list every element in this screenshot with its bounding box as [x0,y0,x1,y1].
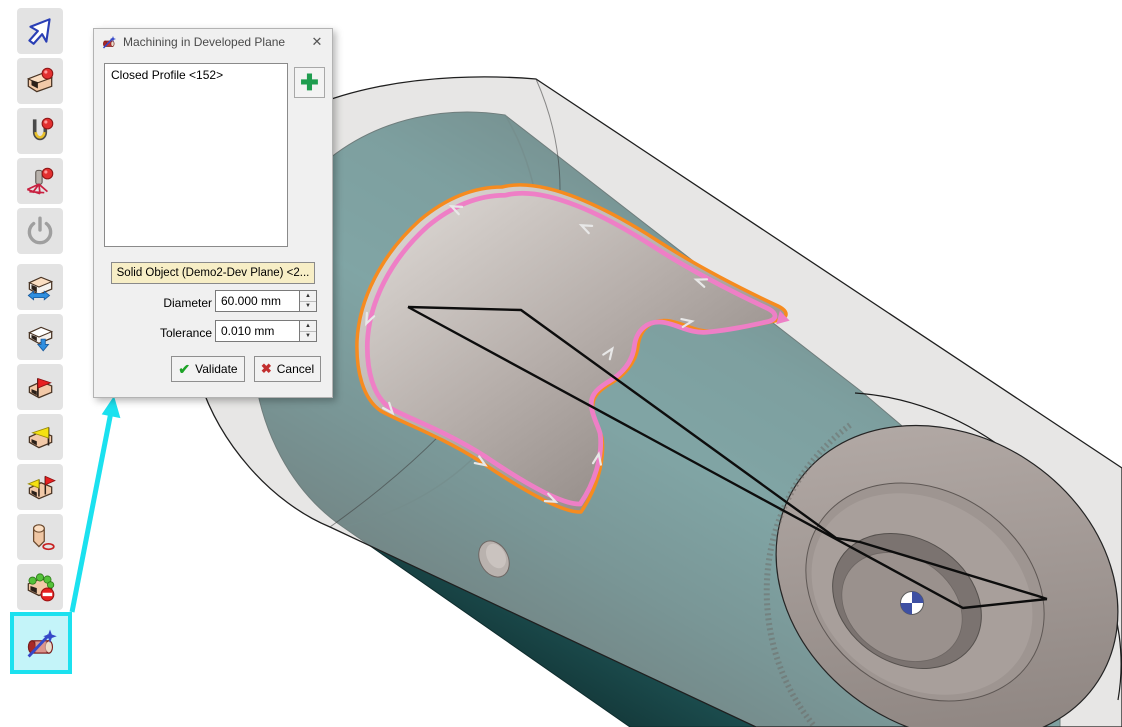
add-profile-button[interactable]: ✚ [294,67,325,98]
diameter-input[interactable]: 60.000 mm [215,290,300,312]
two-flags-tool-button[interactable] [17,464,63,510]
tool-palette [0,0,86,727]
yellow-flag-tool-button[interactable] [17,414,63,460]
application-window: Machining in Developed Plane ✕ Closed Pr… [0,0,1122,727]
dialog-titlebar[interactable]: Machining in Developed Plane [94,29,332,55]
box-rotate-icon [23,270,57,304]
balls-restrict-tool-button[interactable] [17,564,63,610]
cylinder-tool-icon [23,520,57,554]
cancel-button[interactable]: ✖ Cancel [254,356,321,382]
tolerance-label: Tolerance [94,326,212,340]
plus-icon: ✚ [300,72,318,94]
validate-button[interactable]: ✔ Validate [171,356,245,382]
diameter-spin-up-icon[interactable]: ▲ [300,291,316,302]
validate-button-label: Validate [195,362,237,376]
box-rotate-tool-button[interactable] [17,264,63,310]
close-icon[interactable]: ✕ [308,33,326,51]
box-red-flag-icon [23,370,57,404]
probe-fan-tool-button[interactable] [17,158,63,204]
machining-developed-plane-dialog: Machining in Developed Plane ✕ Closed Pr… [93,28,333,398]
diameter-spinbox: 60.000 mm ▲ ▼ [215,290,317,312]
list-item-closed-profile[interactable]: Closed Profile <152> [105,64,287,86]
x-icon: ✖ [261,361,272,377]
cancel-button-label: Cancel [277,362,314,376]
box-extract-icon [23,320,57,354]
machining-developed-plane-tool-button[interactable] [10,612,72,674]
diameter-label: Diameter [94,296,212,310]
box-yellow-flag-icon [23,420,57,454]
drill-probe-tool-button[interactable] [17,108,63,154]
box-extract-tool-button[interactable] [17,314,63,360]
check-icon: ✔ [178,361,190,378]
stock-box-tool-button[interactable] [17,58,63,104]
box-two-flags-icon [23,470,57,504]
profile-listbox[interactable]: Closed Profile <152> [104,63,288,247]
solid-object-chip[interactable]: Solid Object (Demo2-Dev Plane) <2... [111,262,315,284]
select-tool-button[interactable] [17,8,63,54]
diameter-spin-down-icon[interactable]: ▼ [300,302,316,312]
dialog-title-icon [101,34,117,50]
drill-probe-icon [23,114,57,148]
stock-box-icon [23,64,57,98]
origin-marker [901,592,924,615]
power-tool-button[interactable] [17,208,63,254]
tolerance-spinbox: 0.010 mm ▲ ▼ [215,320,317,342]
tolerance-input[interactable]: 0.010 mm [215,320,300,342]
power-icon [23,214,57,248]
cylinder-tool-button[interactable] [17,514,63,560]
box-balls-restrict-icon [23,570,57,604]
probe-fan-icon [23,164,57,198]
tolerance-spin-down-icon[interactable]: ▼ [300,332,316,342]
machining-developed-plane-icon [23,625,59,661]
red-flag-tool-button[interactable] [17,364,63,410]
dialog-title: Machining in Developed Plane [123,35,285,49]
cursor-arrow-icon [23,14,57,48]
tolerance-spin-up-icon[interactable]: ▲ [300,321,316,332]
